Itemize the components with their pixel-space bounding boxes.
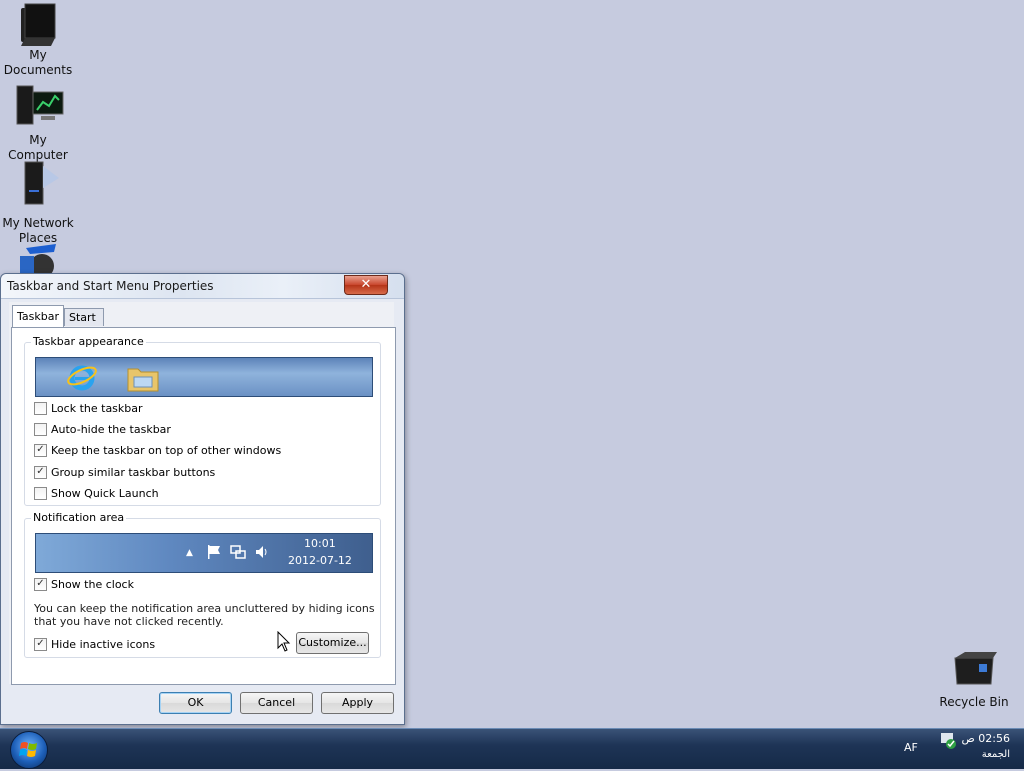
cancel-button[interactable]: Cancel (240, 692, 313, 714)
preview-clock-date: 2012-07-12 (288, 554, 352, 567)
checkbox-label: Show Quick Launch (51, 487, 159, 500)
desktop-icon-label: My Computer (8, 133, 68, 162)
folder-icon (126, 363, 160, 396)
checkbox-box[interactable]: ✓ (34, 443, 47, 457)
taskbar-preview (35, 357, 373, 397)
checkbox-box[interactable]: ✓ (34, 465, 47, 479)
quick-launch-checkbox[interactable]: Show Quick Launch (34, 486, 159, 503)
title-bar[interactable]: Taskbar and Start Menu Properties ✕ (1, 274, 404, 299)
hide-inactive-checkbox[interactable]: ✓ Hide inactive icons (34, 637, 156, 654)
tab-taskbar[interactable]: Taskbar (12, 305, 64, 327)
tray-time: 02:56 ص (961, 732, 1011, 745)
recycle-bin-icon (951, 652, 997, 698)
close-button[interactable]: ✕ (344, 275, 388, 295)
start-button[interactable] (10, 731, 48, 769)
volume-icon (254, 544, 270, 563)
checkbox-label: Hide inactive icons (51, 638, 156, 651)
desktop-icon-my-documents[interactable]: My Documents (0, 2, 76, 78)
tray-clock[interactable]: 02:56 ص الجمعة (962, 731, 1011, 763)
ok-button[interactable]: OK (159, 692, 232, 714)
group-label: Notification area (31, 511, 127, 524)
preview-clock-time: 10:01 (304, 537, 336, 550)
checkbox-label: Show the clock (51, 578, 134, 591)
checkbox-box[interactable] (34, 401, 47, 415)
tab-start-menu[interactable]: Start Menu (64, 308, 105, 341)
taskbar-appearance-group: Taskbar appearance Lock the taskbar Auto… (24, 335, 381, 506)
notification-preview: ▲ 10:01 2012-07-12 (35, 533, 373, 573)
checkbox-box[interactable] (34, 422, 47, 436)
ie-icon (66, 361, 98, 396)
tray-day: الجمعة (981, 749, 1010, 760)
window-title: Taskbar and Start Menu Properties (7, 279, 214, 293)
auto-hide-checkbox[interactable]: Auto-hide the taskbar (34, 422, 171, 439)
desktop-icon-label: My Documents (3, 48, 73, 77)
up-arrow-icon: ▲ (186, 548, 193, 558)
notification-info-text: You can keep the notification area unclu… (34, 602, 375, 628)
desktop-icon-recycle-bin[interactable]: Recycle Bin (936, 652, 1012, 710)
documents-icon (15, 2, 61, 48)
checkbox-box[interactable] (34, 486, 47, 500)
desktop-icon-label: My Network Places (2, 216, 74, 245)
dialog-client: Taskbar Start Menu Taskbar appearance (9, 302, 396, 685)
checkbox-box[interactable]: ✓ (34, 637, 47, 651)
taskbar: AF 02:56 ص الجمعة (0, 728, 1024, 769)
notification-area-group: Notification area ▲ 10:01 2012-07-12 ✓ S… (24, 511, 381, 658)
computer-icon (15, 84, 64, 130)
lock-taskbar-checkbox[interactable]: Lock the taskbar (34, 401, 143, 418)
group-buttons-checkbox[interactable]: ✓ Group similar taskbar buttons (34, 465, 216, 482)
checkbox-label: Group similar taskbar buttons (51, 466, 216, 479)
apply-button[interactable]: Apply (321, 692, 394, 714)
checkbox-label: Lock the taskbar (51, 402, 143, 415)
desktop-icon-my-computer[interactable]: My Computer (0, 84, 76, 163)
show-clock-checkbox[interactable]: ✓ Show the clock (34, 577, 134, 594)
mouse-cursor-icon (277, 630, 291, 656)
language-indicator[interactable]: AF (904, 741, 918, 754)
taskbar-properties-dialog: Taskbar and Start Menu Properties ✕ Task… (0, 273, 405, 725)
network-icon (15, 160, 61, 206)
group-label: Taskbar appearance (31, 335, 146, 348)
network-tray-icon (230, 544, 246, 563)
checkbox-box[interactable]: ✓ (34, 577, 47, 591)
keep-on-top-checkbox[interactable]: ✓ Keep the taskbar on top of other window… (34, 443, 282, 460)
start-orb-icon (11, 742, 47, 771)
security-tray-icon[interactable] (940, 732, 958, 753)
close-icon: ✕ (360, 277, 372, 292)
desktop-icon-partial[interactable] (16, 244, 60, 274)
checkbox-label: Keep the taskbar on top of other windows (51, 444, 282, 457)
desktop-icon-my-network-places[interactable]: My Network Places (0, 160, 76, 246)
flag-icon (206, 544, 222, 563)
checkbox-label: Auto-hide the taskbar (51, 423, 171, 436)
taskbar-tab-panel: Taskbar appearance Lock the taskbar Auto… (11, 327, 396, 685)
customize-button[interactable]: Customize... (296, 632, 369, 654)
